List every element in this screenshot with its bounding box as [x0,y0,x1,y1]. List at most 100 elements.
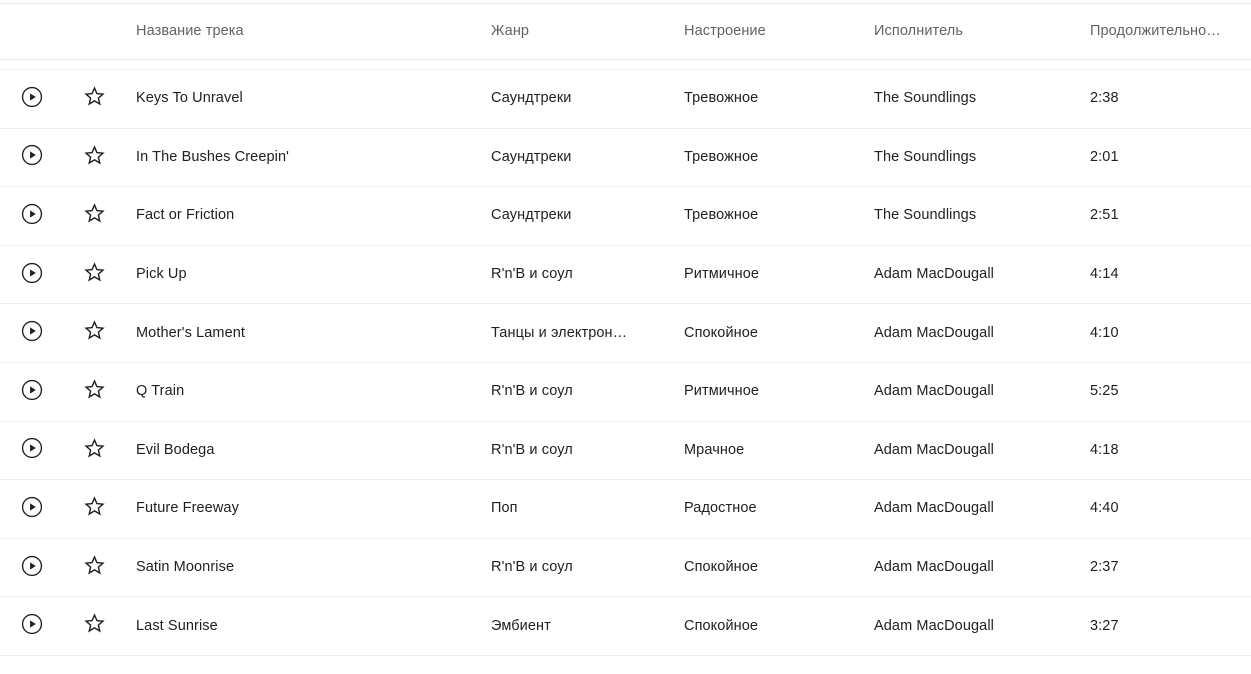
track-mood-cell: Тревожное [684,207,759,224]
column-header-genre[interactable]: Жанр [491,22,684,41]
track-mood-cell: Ритмичное [684,266,760,283]
play-cell [0,435,78,465]
star-outline-icon[interactable] [81,142,107,168]
star-outline-icon[interactable] [81,494,107,520]
track-title-cell: Mother's Lament [136,324,246,341]
favorite-cell [78,611,136,642]
table-row[interactable]: Evil Bodega R'n'B и соул Мрачное Adam Ma… [0,421,1251,481]
track-title-cell: Keys To Unravel [136,90,243,107]
table-row[interactable]: In The Bushes Creepin' Саундтреки Тревож… [0,128,1251,188]
star-outline-icon[interactable] [81,84,107,110]
track-artist-cell: Adam MacDougall [874,383,994,400]
favorite-cell [78,435,136,466]
column-header-mood[interactable]: Настроение [684,22,874,41]
star-outline-icon[interactable] [81,318,107,344]
play-cell [0,142,78,172]
track-artist-cell: Adam MacDougall [874,559,994,576]
track-duration-cell: 5:25 [1090,383,1119,400]
table-row[interactable]: Q Train R'n'B и соул Ритмичное Adam MacD… [0,362,1251,422]
track-mood-cell: Радостное [684,500,757,517]
track-genre-cell: R'n'B и соул [491,559,573,576]
track-title-cell: Pick Up [136,266,187,283]
track-duration-cell: 4:14 [1090,266,1119,283]
column-header-duration[interactable]: Продолжительно… [1090,22,1251,41]
play-circle-icon[interactable] [19,377,45,403]
play-cell [0,84,78,114]
star-outline-icon[interactable] [81,435,107,461]
star-outline-icon[interactable] [81,552,107,578]
track-title-cell: Fact or Friction [136,207,235,224]
favorite-cell [78,318,136,349]
track-genre-cell: Танцы и электрон… [491,324,628,341]
track-mood-cell: Тревожное [684,90,759,107]
play-cell [0,260,78,290]
star-outline-icon[interactable] [81,259,107,285]
play-circle-icon[interactable] [19,260,45,286]
favorite-cell [78,377,136,408]
play-circle-icon[interactable] [19,435,45,461]
track-duration-cell: 2:38 [1090,90,1119,107]
play-circle-icon[interactable] [19,142,45,168]
track-title-cell: Future Freeway [136,500,239,517]
play-circle-icon[interactable] [19,611,45,637]
play-cell [0,611,78,641]
star-outline-icon[interactable] [81,201,107,227]
track-duration-cell: 4:10 [1090,324,1119,341]
table-row[interactable]: Fact or Friction Саундтреки Тревожное Th… [0,187,1251,246]
track-duration-cell: 2:01 [1090,148,1119,165]
play-circle-icon[interactable] [19,494,45,520]
track-mood-cell: Мрачное [684,441,745,458]
play-circle-icon[interactable] [19,84,45,110]
track-artist-cell: Adam MacDougall [874,324,994,341]
star-outline-icon[interactable] [81,377,107,403]
track-genre-cell: Саундтреки [491,148,572,165]
table-header-row: Название трека Жанр Настроение Исполните… [0,4,1251,59]
play-cell [0,318,78,348]
table-row[interactable]: Pick Up R'n'B и соул Ритмичное Adam MacD… [0,245,1251,305]
track-mood-cell: Спокойное [684,617,759,634]
track-genre-cell: Саундтреки [491,90,572,107]
track-genre-cell: R'n'B и соул [491,441,573,458]
table-row[interactable]: Last Sunrise Эмбиент Спокойное Adam MacD… [0,597,1251,656]
track-genre-cell: Поп [491,500,518,517]
track-duration-cell: 4:40 [1090,500,1119,517]
track-artist-cell: Adam MacDougall [874,500,994,517]
track-artist-cell: Adam MacDougall [874,617,994,634]
column-header-title[interactable]: Название трека [136,22,491,41]
favorite-cell [78,494,136,525]
track-title-cell: Evil Bodega [136,441,215,458]
star-outline-icon[interactable] [81,611,107,637]
track-artist-cell: Adam MacDougall [874,266,994,283]
favorite-cell [78,84,136,115]
play-circle-icon[interactable] [19,201,45,227]
track-duration-cell: 2:51 [1090,207,1119,224]
favorite-cell [78,142,136,173]
track-genre-cell: R'n'B и соул [491,266,573,283]
track-duration-cell: 2:37 [1090,559,1119,576]
table-row[interactable]: Satin Moonrise R'n'B и соул Спокойное Ad… [0,538,1251,598]
track-genre-cell: Саундтреки [491,207,572,224]
track-title-cell: In The Bushes Creepin' [136,148,290,165]
play-cell [0,494,78,524]
favorite-cell [78,259,136,290]
track-duration-cell: 3:27 [1090,617,1119,634]
track-artist-cell: The Soundlings [874,207,977,224]
track-mood-cell: Ритмичное [684,383,760,400]
table-row[interactable]: Mother's Lament Танцы и электрон… Спокой… [0,304,1251,363]
table-row[interactable]: Future Freeway Поп Радостное Adam MacDou… [0,480,1251,539]
play-cell [0,553,78,583]
track-title-cell: Last Sunrise [136,617,218,634]
play-circle-icon[interactable] [19,318,45,344]
track-artist-cell: The Soundlings [874,90,977,107]
favorite-cell [78,552,136,583]
track-list-app: Название трека Жанр Настроение Исполните… [0,3,1251,674]
track-genre-cell: Эмбиент [491,617,551,634]
play-circle-icon[interactable] [19,553,45,579]
column-header-artist[interactable]: Исполнитель [874,22,1090,41]
track-list: Keys To Unravel Саундтреки Тревожное The… [0,70,1251,656]
track-title-cell: Satin Moonrise [136,559,235,576]
track-mood-cell: Тревожное [684,148,759,165]
track-title-cell: Q Train [136,383,185,400]
table-row[interactable]: Keys To Unravel Саундтреки Тревожное The… [0,70,1251,129]
favorite-cell [78,201,136,232]
